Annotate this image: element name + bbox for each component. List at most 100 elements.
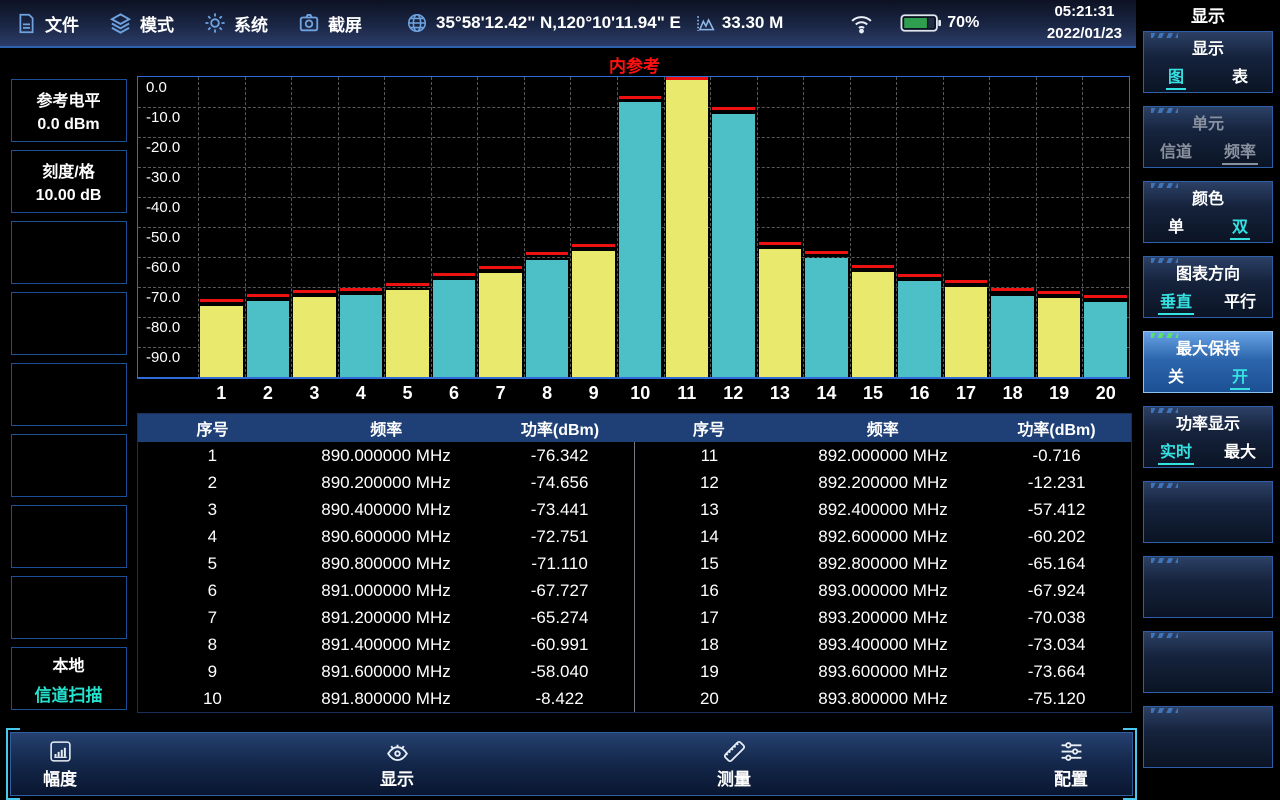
menu-item-file[interactable]: 文件	[16, 11, 79, 36]
gridline-vertical	[710, 77, 711, 377]
table-cell: 892.400000 MHz	[784, 500, 982, 520]
table-cell: 8	[138, 635, 287, 655]
table-cell: 893.400000 MHz	[784, 635, 982, 655]
option-off[interactable]: 关	[1166, 363, 1186, 388]
table-body: 1890.000000 MHz-76.3422890.200000 MHz-74…	[138, 442, 1131, 712]
table-left-half: 1890.000000 MHz-76.3422890.200000 MHz-74…	[138, 442, 634, 712]
menu-item-mode[interactable]: 模式	[109, 11, 174, 36]
menu-item-screenshot[interactable]: 截屏	[298, 11, 362, 36]
softkey-max-hold[interactable]: 最大保持关开	[1143, 331, 1273, 393]
max-hold-marker	[712, 107, 755, 110]
channel-bar	[805, 258, 848, 377]
max-hold-marker	[619, 96, 662, 99]
param-box-blank-6	[11, 576, 127, 639]
option-max[interactable]: 最大	[1222, 438, 1258, 463]
channel-scan-chart: 0.0-10.0-20.0-30.0-40.0-50.0-60.0-70.0-8…	[137, 76, 1130, 379]
option-single[interactable]: 单	[1166, 213, 1186, 238]
softkey-power-display[interactable]: 功率显示实时最大	[1143, 406, 1273, 468]
max-hold-marker	[386, 283, 429, 286]
table-cell: 891.000000 MHz	[287, 581, 485, 601]
y-axis-tick-label: -70.0	[146, 289, 180, 306]
softkey-options: 单双	[1144, 213, 1272, 240]
softkey-options: 垂直 平行	[1144, 288, 1272, 315]
option-parallel[interactable]: 平行	[1222, 288, 1258, 313]
bottom-menu-measure[interactable]: 测量	[717, 739, 751, 790]
option-realtime[interactable]: 实时	[1158, 438, 1194, 465]
softkey-title: 显示	[1144, 35, 1272, 59]
menu-item-label: 模式	[140, 11, 174, 36]
softkey-chart-orientation[interactable]: 图表方向垂直平行	[1143, 256, 1273, 318]
table-cell: 890.400000 MHz	[287, 500, 485, 520]
table-cell: 892.600000 MHz	[784, 527, 982, 547]
param-box-blank-5	[11, 505, 127, 568]
softkey-display-mode[interactable]: 显示图 表	[1143, 31, 1273, 93]
x-axis-tick-label: 18	[989, 383, 1036, 404]
softkey-blank-2	[1143, 556, 1273, 618]
softkey-blank-4	[1143, 706, 1273, 768]
y-axis-tick-label: -50.0	[146, 229, 180, 246]
table-cell: 893.200000 MHz	[784, 608, 982, 628]
channel-bar	[247, 301, 290, 377]
channel-bar	[386, 290, 429, 377]
table-cell: 893.600000 MHz	[784, 662, 982, 682]
battery-icon	[900, 13, 942, 33]
table-cell: -67.924	[982, 581, 1131, 601]
option-channel[interactable]: 信道	[1158, 138, 1194, 163]
channel-bar	[572, 251, 615, 377]
gps-coordinates: 35°58'12.42" N,120°10'11.94" E	[436, 13, 681, 33]
bottom-menu-amplitude[interactable]: 幅度	[43, 739, 77, 790]
channel-bar	[712, 114, 755, 377]
table-cell: 3	[138, 500, 287, 520]
option-graph[interactable]: 图	[1166, 63, 1186, 90]
table-cell: -8.422	[485, 689, 634, 709]
option-table[interactable]: 表	[1230, 63, 1250, 88]
altitude-icon	[695, 13, 716, 34]
gridline-vertical	[757, 77, 758, 377]
max-hold-marker	[898, 274, 941, 277]
menu-item-label: 系统	[234, 11, 268, 36]
table-header-cell: 频率	[287, 416, 486, 440]
param-box-blank-4	[11, 434, 127, 497]
gridline-vertical	[245, 77, 246, 377]
channel-bar	[945, 287, 988, 377]
x-axis-tick-label: 3	[291, 383, 338, 404]
table-cell: -12.231	[982, 473, 1131, 493]
x-axis-tick-label: 2	[245, 383, 292, 404]
main-column: 文件模式系统截屏 35°58'12.42" N,120°10'11.94" E …	[0, 0, 1136, 800]
param-box-text: 本地	[52, 652, 84, 676]
center-panel: 内参考 0.0-10.0-20.0-30.0-40.0-50.0-60.0-70…	[137, 48, 1132, 723]
table-cell: 12	[635, 473, 784, 493]
option-dual[interactable]: 双	[1230, 213, 1250, 240]
wifi-icon	[849, 11, 874, 36]
table-cell: 18	[635, 635, 784, 655]
content-area: 参考电平0.0 dBm刻度/格10.00 dB本地信道扫描 内参考 0.0-10…	[0, 48, 1136, 723]
globe-icon	[406, 12, 428, 34]
softkey-color[interactable]: 颜色单双	[1143, 181, 1273, 243]
param-box-scale-per-div[interactable]: 刻度/格10.00 dB	[11, 150, 127, 213]
softkey-unit[interactable]: 单元信道频率	[1143, 106, 1273, 168]
y-axis-tick-label: -90.0	[146, 349, 180, 366]
x-axis-tick-label: 14	[803, 383, 850, 404]
eye-icon	[384, 739, 411, 764]
menu-item-system[interactable]: 系统	[204, 11, 268, 36]
bottom-menu-config[interactable]: 配置	[1054, 739, 1088, 790]
softkey-blank-1	[1143, 481, 1273, 543]
option-on[interactable]: 开	[1230, 363, 1250, 390]
option-vertical[interactable]: 垂直	[1158, 288, 1194, 315]
param-box-scan-mode[interactable]: 本地信道扫描	[11, 647, 127, 710]
battery-percent: 70%	[947, 14, 979, 32]
bottom-menu-display[interactable]: 显示	[380, 739, 414, 790]
table-cell: 19	[635, 662, 784, 682]
gridline-vertical	[291, 77, 292, 377]
option-frequency[interactable]: 频率	[1222, 138, 1258, 165]
table-header-cell: 频率	[783, 416, 982, 440]
param-box-ref-level[interactable]: 参考电平0.0 dBm	[11, 79, 127, 142]
x-axis-tick-label: 5	[384, 383, 431, 404]
altitude-status: 33.30 M	[695, 13, 783, 34]
y-axis-tick-label: -60.0	[146, 259, 180, 276]
param-box-blank-2	[11, 292, 127, 355]
table-cell: 1	[138, 446, 287, 466]
softkey-options: 关开	[1144, 363, 1272, 390]
x-axis-tick-label: 12	[710, 383, 757, 404]
max-hold-marker	[433, 273, 476, 276]
